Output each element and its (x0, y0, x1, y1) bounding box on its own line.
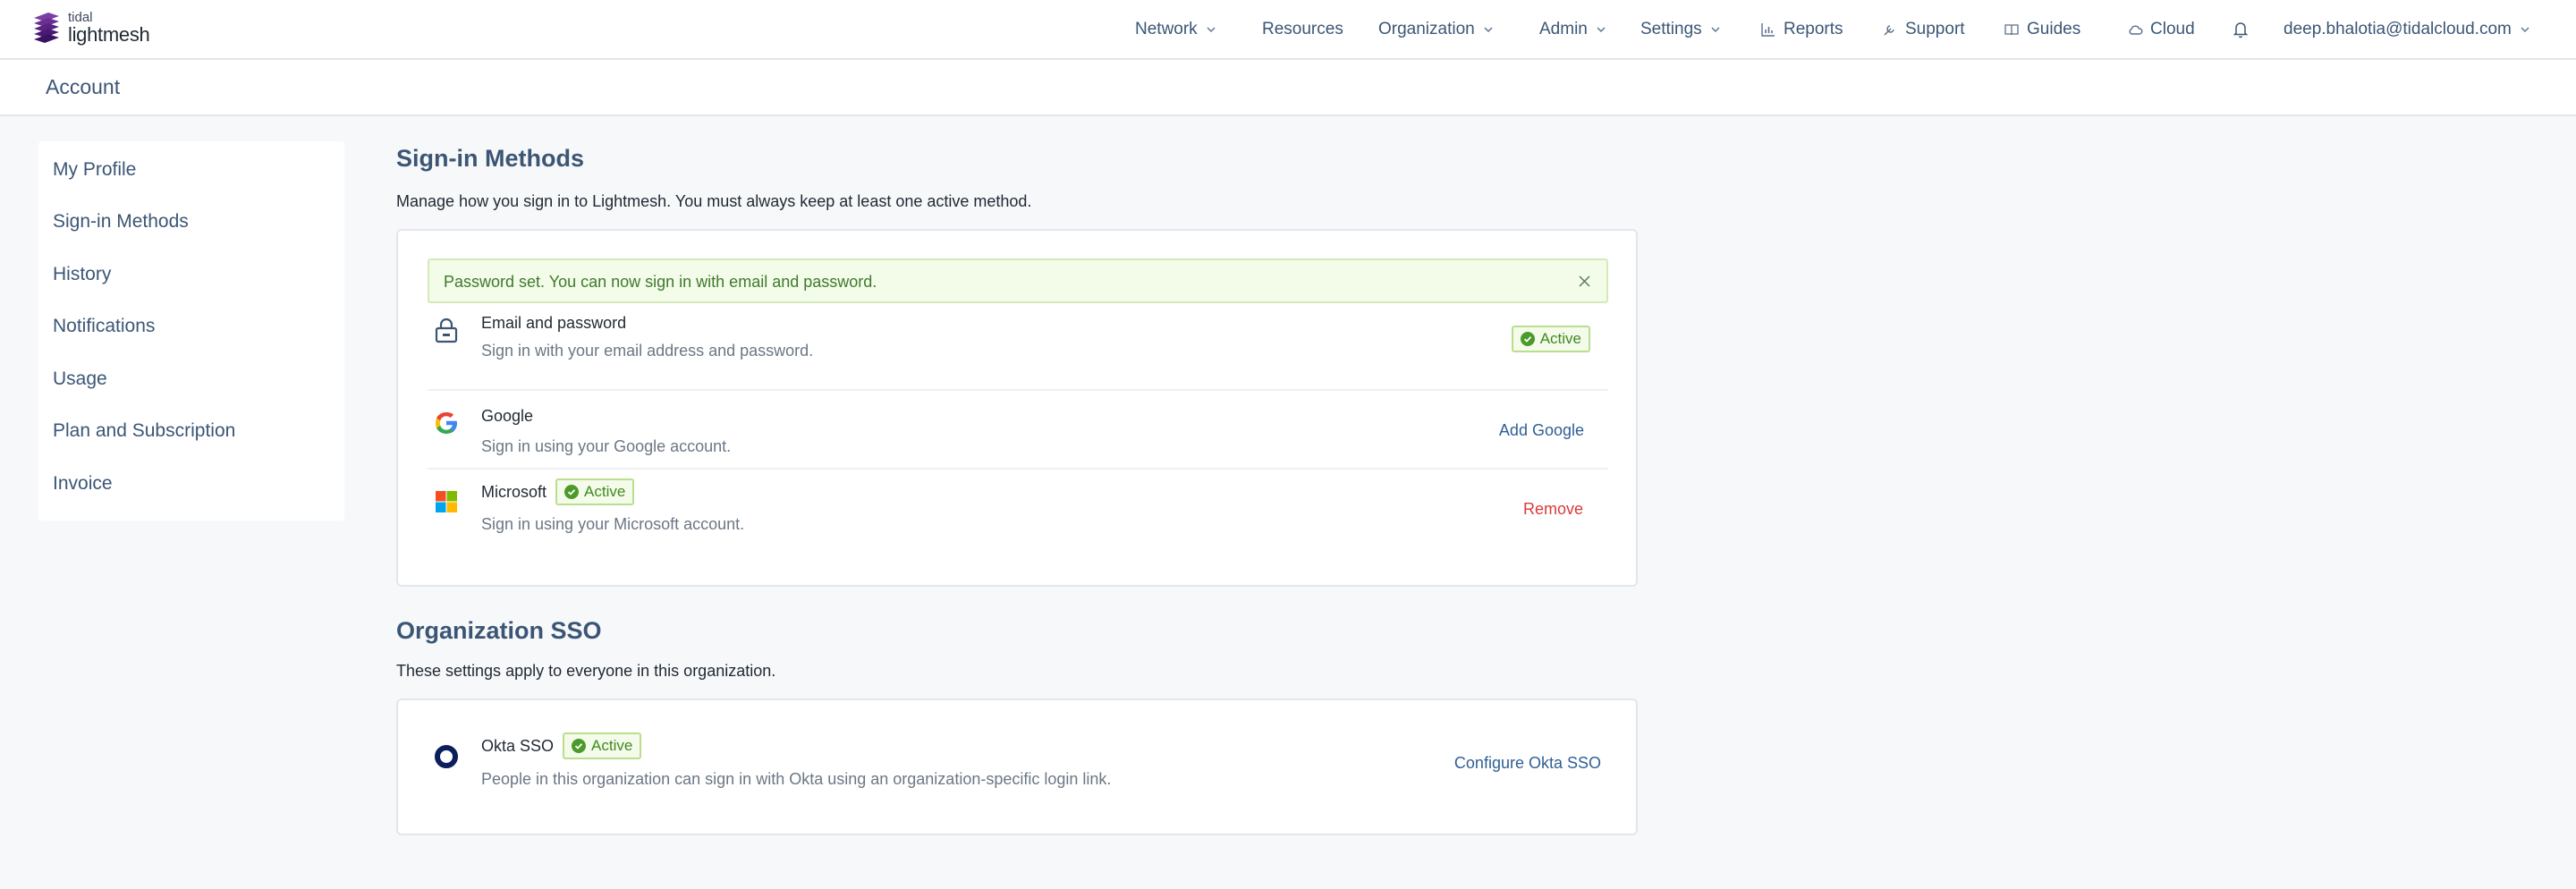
method-row-google: Google Sign in using your Google account… (428, 391, 1608, 470)
method-title: Microsoft (481, 482, 547, 501)
method-row-email: Email and password Sign in with your ema… (428, 312, 1608, 391)
account-header: Account (0, 60, 2576, 116)
chevron-down-icon (2521, 27, 2529, 32)
sso-row-okta: Okta SSO Active People in this organizat… (428, 732, 1608, 804)
status-badge: Active (563, 732, 642, 759)
method-description: Sign in with your email address and pass… (481, 342, 814, 360)
configure-okta-sso-button[interactable]: Configure Okta SSO (1454, 754, 1601, 773)
google-icon (436, 412, 457, 434)
user-email: deep.bhalotia@tidalcloud.com (2284, 20, 2512, 38)
okta-icon (435, 745, 458, 768)
nav-support-label: Support (1905, 20, 1965, 38)
page-title: Account (46, 75, 121, 98)
sso-provider-title: Okta SSO (481, 736, 555, 755)
book-icon (2004, 24, 2019, 36)
organization-sso-title: Organization SSO (396, 617, 602, 644)
chevron-down-icon (1597, 27, 1606, 32)
nav-resources-label: Resources (1262, 20, 1343, 38)
sidebar-item-notifications[interactable]: Notifications (53, 316, 155, 337)
chevron-down-icon (1484, 27, 1493, 32)
chevron-down-icon (1711, 27, 1720, 32)
account-sidebar: My Profile Sign-in Methods History Notif… (38, 141, 344, 521)
nav-resources[interactable]: Resources (1262, 18, 1343, 41)
nav-guides[interactable]: Guides (2004, 18, 2080, 41)
notifications-button[interactable] (2233, 18, 2249, 41)
microsoft-icon (436, 491, 457, 512)
status-badge: Active (1511, 326, 1590, 352)
method-description: Sign in using your Microsoft account. (481, 515, 745, 533)
alert-message: Password set. You can now sign in with e… (444, 273, 877, 291)
method-title-row: Microsoft Active (481, 478, 635, 505)
sso-title-row: Okta SSO Active (481, 732, 642, 759)
nav-reports[interactable]: Reports (1760, 18, 1843, 41)
status-badge-text: Active (584, 483, 626, 500)
close-icon[interactable] (1577, 274, 1592, 289)
nav-cloud[interactable]: Cloud (2127, 18, 2195, 41)
bar-chart-icon (1761, 23, 1775, 37)
method-title: Google (481, 407, 534, 425)
nav-network[interactable]: Network (1135, 18, 1216, 41)
nav-settings[interactable]: Settings (1640, 18, 1720, 41)
sidebar-item-usage[interactable]: Usage (53, 368, 107, 390)
check-circle-icon (572, 739, 587, 753)
cloud-icon (2129, 25, 2143, 35)
status-badge-text: Active (591, 737, 633, 754)
sidebar-item-invoice[interactable]: Invoice (53, 473, 113, 495)
sign-in-methods-title: Sign-in Methods (396, 145, 584, 172)
nav-support[interactable]: Support (1882, 18, 1965, 41)
wrench-icon (1884, 25, 1894, 36)
nav-organization[interactable]: Organization (1378, 18, 1493, 41)
nav-reports-label: Reports (1784, 20, 1843, 38)
nav-organization-label: Organization (1378, 20, 1475, 38)
nav-admin[interactable]: Admin (1539, 18, 1606, 41)
method-row-microsoft: Microsoft Active Sign in using your Micr… (428, 470, 1608, 555)
organization-sso-card: Okta SSO Active People in this organizat… (396, 698, 1638, 835)
user-menu[interactable]: deep.bhalotia@tidalcloud.com (2284, 18, 2529, 41)
lock-icon (435, 318, 458, 343)
sso-provider-description: People in this organization can sign in … (481, 770, 1112, 788)
nav-network-label: Network (1135, 20, 1198, 38)
remove-microsoft-button[interactable]: Remove (1523, 500, 1583, 519)
nav-cloud-label: Cloud (2150, 20, 2195, 38)
sidebar-item-my-profile[interactable]: My Profile (53, 159, 136, 181)
organization-sso-description: These settings apply to everyone in this… (396, 662, 776, 680)
sign-in-methods-description: Manage how you sign in to Lightmesh. You… (396, 192, 1032, 210)
nav-guides-label: Guides (2027, 20, 2081, 38)
sidebar-item-plan-and-subscription[interactable]: Plan and Subscription (53, 420, 235, 442)
check-circle-icon (1520, 332, 1535, 346)
chevron-down-icon (1207, 27, 1216, 32)
add-google-button[interactable]: Add Google (1499, 421, 1584, 440)
nav-admin-label: Admin (1539, 20, 1588, 38)
method-title: Email and password (481, 314, 627, 332)
top-navigation-bar: tidal lightmesh Network Resources Organi… (0, 0, 2576, 60)
sidebar-item-history[interactable]: History (53, 264, 111, 285)
status-badge-text: Active (1539, 330, 1581, 347)
sign-in-methods-card: Password set. You can now sign in with e… (396, 229, 1638, 587)
check-circle-icon (564, 485, 580, 499)
nav-settings-label: Settings (1640, 20, 1702, 38)
status-badge: Active (555, 478, 635, 505)
method-description: Sign in using your Google account. (481, 437, 732, 455)
bell-icon (2233, 22, 2249, 38)
sidebar-item-sign-in-methods[interactable]: Sign-in Methods (53, 211, 189, 233)
success-alert: Password set. You can now sign in with e… (428, 258, 1608, 303)
